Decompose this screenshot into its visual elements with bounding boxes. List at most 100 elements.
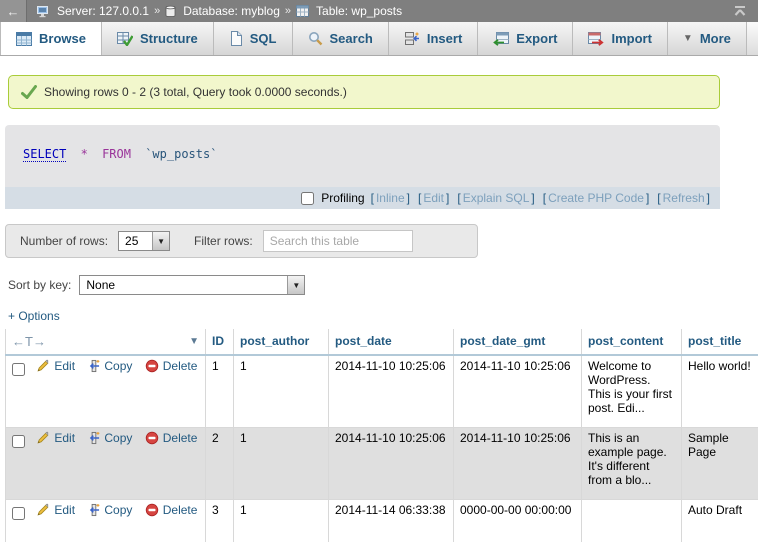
delete-row-link[interactable]: Delete xyxy=(145,431,198,445)
back-arrow-icon: ← xyxy=(7,4,20,19)
edit-label: Edit xyxy=(54,431,75,445)
structure-icon xyxy=(117,32,133,46)
filter-rows-label: Filter rows: xyxy=(194,234,253,248)
tab-browse[interactable]: Browse xyxy=(0,22,102,55)
delete-icon xyxy=(145,431,159,445)
success-check-icon xyxy=(21,85,37,99)
breadcrumb-table[interactable]: Table: wp_posts xyxy=(316,4,402,18)
tab-browse-label: Browse xyxy=(39,31,86,46)
breadcrumb-database[interactable]: Database: myblog xyxy=(183,4,280,18)
column-header-post-author[interactable]: post_author xyxy=(234,329,329,355)
inline-link[interactable]: Inline xyxy=(376,191,405,205)
cell-id: 2 xyxy=(206,427,234,499)
column-header-post-content[interactable]: post_content xyxy=(582,329,682,355)
delete-label: Delete xyxy=(163,503,198,517)
tab-more-label: More xyxy=(700,31,731,46)
edit-row-link[interactable]: Edit xyxy=(36,503,75,517)
cell-post-date: 2014-11-10 10:25:06 xyxy=(329,355,454,427)
cell-post-date: 2014-11-14 06:33:38 xyxy=(329,499,454,542)
tab-insert-label: Insert xyxy=(427,31,462,46)
tab-sql[interactable]: SQL xyxy=(214,22,293,55)
copy-row-link[interactable]: Copy xyxy=(87,503,132,517)
status-message: Showing rows 0 - 2 (3 total, Query took … xyxy=(8,75,720,109)
export-icon xyxy=(493,32,509,46)
edit-query-link[interactable]: Edit xyxy=(423,191,444,205)
tab-more[interactable]: ▼ More xyxy=(668,22,747,55)
bracket: [ xyxy=(543,191,546,205)
sort-by-key-select[interactable]: None ▼ xyxy=(79,275,305,295)
cell-post-date: 2014-11-10 10:25:06 xyxy=(329,427,454,499)
refresh-link[interactable]: Refresh xyxy=(663,191,705,205)
edit-label: Edit xyxy=(54,359,75,373)
cell-post-date-gmt: 2014-11-10 10:25:06 xyxy=(454,355,582,427)
bracket: ] xyxy=(646,191,649,205)
copy-label: Copy xyxy=(104,503,132,517)
create-php-code-link[interactable]: Create PHP Code xyxy=(548,191,644,205)
breadcrumb-server[interactable]: Server: 127.0.0.1 xyxy=(57,4,149,18)
collapse-navbar-button[interactable] xyxy=(732,4,748,18)
column-header-id[interactable]: ID xyxy=(206,329,234,355)
bracket: ] xyxy=(707,191,710,205)
bracket: [ xyxy=(657,191,660,205)
sql-keyword-select[interactable]: SELECT xyxy=(23,147,66,162)
cell-id: 3 xyxy=(206,499,234,542)
cell-post-content: Welcome to WordPress. This is your first… xyxy=(582,355,682,427)
cell-post-content: This is an example page. It's different … xyxy=(582,427,682,499)
column-reorder-icon[interactable]: ←T→ xyxy=(12,334,46,349)
status-message-text: Showing rows 0 - 2 (3 total, Query took … xyxy=(44,85,347,99)
copy-row-link[interactable]: Copy xyxy=(87,359,132,373)
delete-row-link[interactable]: Delete xyxy=(145,503,198,517)
back-button[interactable]: ← xyxy=(0,0,27,22)
row-actions: Edit Copy Delete xyxy=(6,355,206,427)
cell-post-title: Sample Page xyxy=(682,427,758,499)
tab-structure[interactable]: Structure xyxy=(102,22,214,55)
pencil-icon xyxy=(36,359,50,373)
tab-search[interactable]: Search xyxy=(293,22,389,55)
cell-post-author: 1 xyxy=(234,427,329,499)
cell-post-title: Hello world! xyxy=(682,355,758,427)
column-header-post-title[interactable]: post_title xyxy=(682,329,758,355)
row-checkbox[interactable] xyxy=(12,363,25,376)
table-icon xyxy=(296,5,309,17)
chevron-down-icon[interactable]: ▼ xyxy=(189,336,199,347)
tab-export[interactable]: Export xyxy=(478,22,573,55)
pencil-icon xyxy=(36,503,50,517)
delete-row-link[interactable]: Delete xyxy=(145,359,198,373)
table-row: Edit Copy Delete 3 1 2014-11-14 06:33:38… xyxy=(6,499,758,542)
row-checkbox[interactable] xyxy=(12,507,25,520)
edit-row-link[interactable]: Edit xyxy=(36,359,75,373)
row-controls-bar: Number of rows: 25 ▼ Filter rows: xyxy=(5,224,478,258)
bracket: ] xyxy=(407,191,410,205)
bracket: [ xyxy=(371,191,374,205)
cell-post-content xyxy=(582,499,682,542)
profiling-label: Profiling xyxy=(321,191,364,205)
search-icon xyxy=(308,31,323,46)
database-icon xyxy=(165,5,176,18)
profiling-checkbox[interactable] xyxy=(301,192,314,205)
tab-structure-label: Structure xyxy=(140,31,198,46)
column-header-post-date[interactable]: post_date xyxy=(329,329,454,355)
number-of-rows-select[interactable]: 25 ▼ xyxy=(118,231,170,251)
copy-icon xyxy=(87,359,100,373)
column-header-post-date-gmt[interactable]: post_date_gmt xyxy=(454,329,582,355)
copy-row-link[interactable]: Copy xyxy=(87,431,132,445)
browse-icon xyxy=(16,32,32,46)
table-row: Edit Copy Delete 2 1 2014-11-10 10:25:06… xyxy=(6,427,758,499)
sort-by-key-label: Sort by key: xyxy=(8,278,71,292)
edit-row-link[interactable]: Edit xyxy=(36,431,75,445)
tab-export-label: Export xyxy=(516,31,557,46)
tab-search-label: Search xyxy=(330,31,373,46)
row-checkbox[interactable] xyxy=(12,435,25,448)
number-of-rows-label: Number of rows: xyxy=(20,234,108,248)
options-toggle-link[interactable]: + Options xyxy=(8,309,60,323)
sql-query-box: SELECT * FROM `wp_posts` Profiling [Inli… xyxy=(5,125,720,209)
copy-label: Copy xyxy=(104,359,132,373)
copy-icon xyxy=(87,431,100,445)
tab-import[interactable]: Import xyxy=(573,22,667,55)
cell-post-date-gmt: 0000-00-00 00:00:00 xyxy=(454,499,582,542)
explain-sql-link[interactable]: Explain SQL xyxy=(463,191,530,205)
insert-icon xyxy=(404,31,420,46)
search-table-input[interactable] xyxy=(263,230,413,252)
tab-insert[interactable]: Insert xyxy=(389,22,478,55)
import-icon xyxy=(588,32,604,46)
